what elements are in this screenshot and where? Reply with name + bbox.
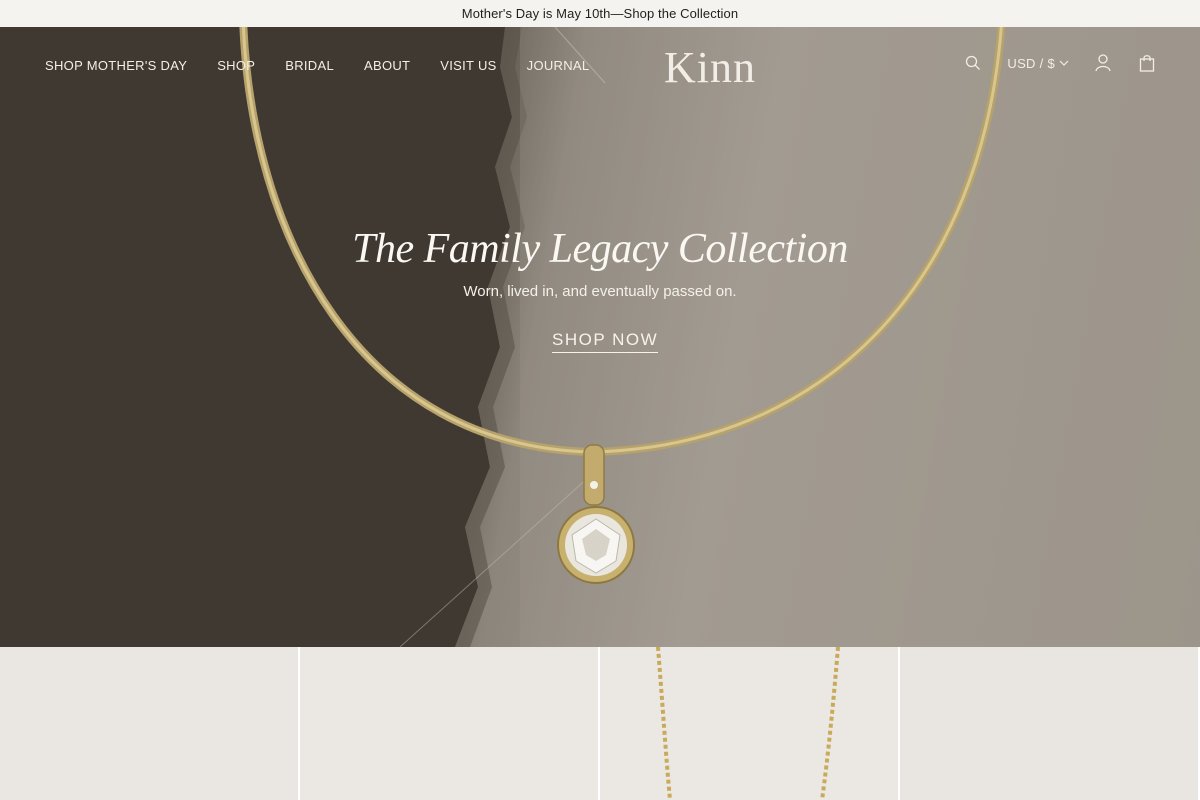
nav-visit-us[interactable]: VISIT US <box>440 58 496 73</box>
brand-logo[interactable]: Kinn <box>664 42 756 93</box>
nav-bridal[interactable]: BRIDAL <box>285 58 334 73</box>
product-tile[interactable] <box>600 647 898 800</box>
search-icon[interactable] <box>965 55 981 71</box>
nav-shop[interactable]: SHOP <box>217 58 255 73</box>
nav-about[interactable]: ABOUT <box>364 58 410 73</box>
currency-selector[interactable]: USD / $ <box>1007 56 1069 71</box>
bag-icon[interactable] <box>1139 54 1155 72</box>
shop-now-button[interactable]: SHOP NOW <box>552 330 659 353</box>
user-icon[interactable] <box>1095 54 1111 72</box>
announcement-bar[interactable]: Mother's Day is May 10th—Shop the Collec… <box>0 0 1200 27</box>
hero-banner: SHOP MOTHER'S DAY SHOP BRIDAL ABOUT VISI… <box>0 27 1200 647</box>
chain-necklace-image <box>656 647 840 800</box>
main-nav: SHOP MOTHER'S DAY SHOP BRIDAL ABOUT VISI… <box>45 58 619 73</box>
hero-subtitle: Worn, lived in, and eventually passed on… <box>463 283 737 300</box>
product-tile[interactable] <box>0 647 298 800</box>
product-tile[interactable] <box>300 647 598 800</box>
hero-title: The Family Legacy Collection <box>352 226 848 272</box>
currency-label: USD / $ <box>1007 55 1055 71</box>
nav-shop-mothers-day[interactable]: SHOP MOTHER'S DAY <box>45 58 187 73</box>
nav-journal[interactable]: JOURNAL <box>527 58 590 73</box>
chevron-down-icon <box>1059 60 1069 66</box>
header-tools: USD / $ <box>965 54 1155 72</box>
product-grid <box>0 647 1200 800</box>
product-tile[interactable] <box>900 647 1198 800</box>
announcement-text[interactable]: Mother's Day is May 10th—Shop the Collec… <box>462 6 738 21</box>
